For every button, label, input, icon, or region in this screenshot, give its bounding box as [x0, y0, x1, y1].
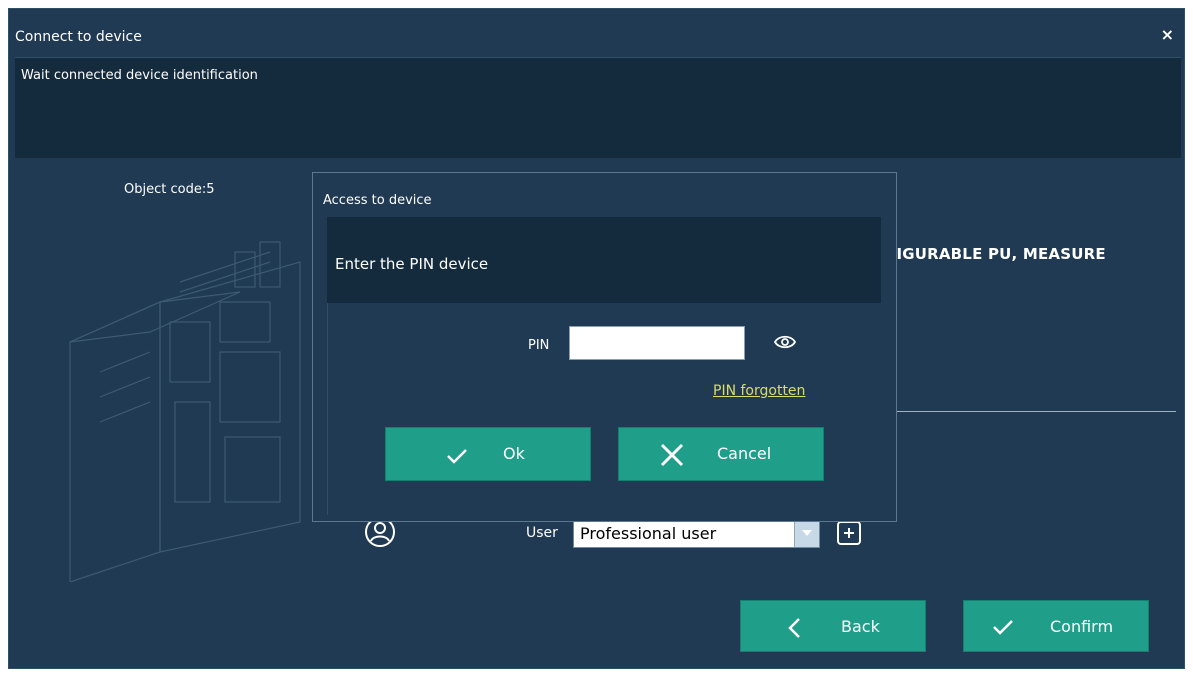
close-x-icon	[660, 443, 684, 467]
user-select[interactable]: Professional user	[573, 518, 820, 548]
status-text: Wait connected device identification	[21, 68, 258, 83]
back-button[interactable]: Back	[740, 600, 926, 652]
dialog-prompt: Enter the PIN device	[335, 255, 489, 273]
pin-label: PIN	[528, 338, 550, 353]
ok-button[interactable]: Ok	[385, 427, 591, 481]
eye-icon[interactable]	[774, 334, 796, 350]
cancel-label: Cancel	[717, 444, 772, 463]
title-bar: Connect to device ×	[9, 9, 1184, 57]
close-icon[interactable]: ×	[1161, 25, 1174, 44]
dialog-header: Enter the PIN device	[327, 217, 881, 303]
pin-forgotten-link[interactable]: PIN forgotten	[713, 383, 805, 399]
back-label: Back	[841, 617, 880, 636]
object-code-label: Object code:5	[124, 182, 215, 197]
check-icon	[447, 449, 467, 464]
user-select-value: Professional user	[580, 524, 717, 543]
dropdown-arrow-icon[interactable]	[794, 519, 819, 547]
confirm-button[interactable]: Confirm	[963, 600, 1149, 652]
user-label: User	[526, 525, 558, 541]
chevron-left-icon	[788, 618, 800, 638]
window-title: Connect to device	[15, 29, 142, 45]
divider	[890, 411, 1176, 412]
cancel-button[interactable]: Cancel	[618, 427, 824, 481]
pin-input[interactable]	[569, 326, 745, 360]
device-illustration	[69, 241, 301, 582]
check-icon	[993, 620, 1013, 635]
device-name: FIGURABLE PU, MEASURE	[886, 245, 1106, 263]
dialog-title: Access to device	[323, 193, 432, 208]
confirm-label: Confirm	[1050, 617, 1114, 636]
ok-label: Ok	[503, 444, 525, 463]
status-header: Wait connected device identification	[15, 57, 1181, 158]
